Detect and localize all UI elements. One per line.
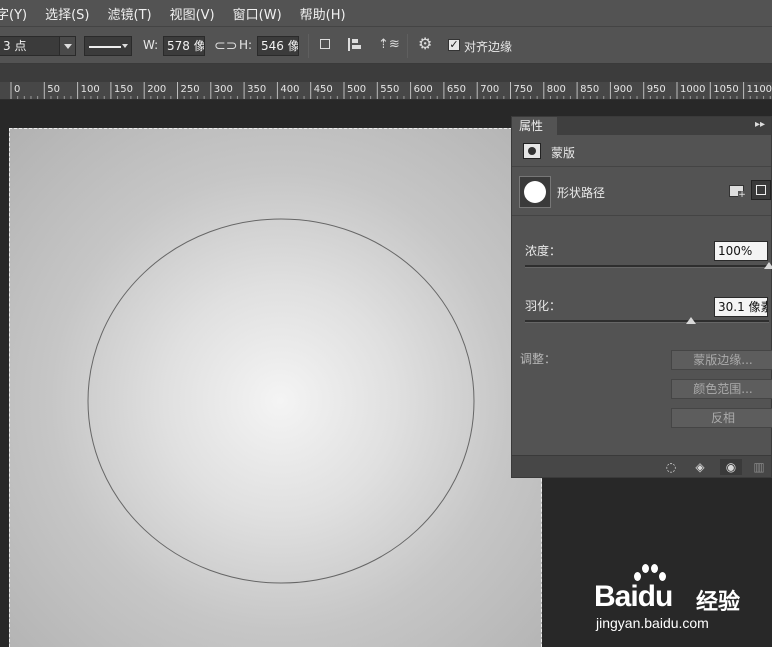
menu-bar: 字(Y) 选择(S) 滤镜(T) 视图(V) 窗口(W) 帮助(H) bbox=[0, 0, 772, 26]
watermark-logo-cn: 经验 bbox=[696, 590, 741, 615]
shape-path-label: 形状路径 bbox=[557, 186, 606, 200]
ruler-label: 900 bbox=[613, 84, 633, 95]
density-input[interactable]: 100% bbox=[714, 241, 768, 261]
ruler-label: 750 bbox=[513, 84, 533, 95]
divider bbox=[308, 34, 309, 58]
feather-input[interactable]: 30.1 像素 bbox=[714, 297, 768, 317]
stroke-size-dropdown[interactable] bbox=[59, 37, 75, 55]
load-selection-icon[interactable]: ◌ bbox=[660, 459, 682, 475]
ruler-label: 250 bbox=[180, 84, 200, 95]
ruler-label: 1100 bbox=[746, 84, 772, 95]
ruler-label: 450 bbox=[313, 84, 333, 95]
ruler-label: 500 bbox=[347, 84, 367, 95]
ruler-label: 300 bbox=[213, 84, 233, 95]
density-slider[interactable] bbox=[525, 262, 772, 269]
width-value: 578 像素 bbox=[167, 39, 205, 53]
ruler-label: 1050 bbox=[713, 84, 739, 95]
ellipse-shape[interactable] bbox=[10, 129, 543, 647]
document-canvas[interactable] bbox=[9, 128, 542, 647]
mask-label: 蒙版 bbox=[551, 146, 576, 160]
panel-header: 属性 ▸▸ bbox=[512, 117, 771, 135]
width-label: W: bbox=[143, 38, 159, 52]
gear-icon[interactable]: ⚙ bbox=[418, 36, 432, 52]
menu-help[interactable]: 帮助(H) bbox=[300, 4, 346, 23]
ruler-label: 350 bbox=[247, 84, 267, 95]
feather-slider[interactable] bbox=[525, 317, 769, 324]
trash-icon[interactable]: ▥ bbox=[748, 459, 770, 475]
mask-icon bbox=[523, 143, 541, 159]
density-label: 浓度： bbox=[525, 244, 562, 258]
path-alignment-icon[interactable] bbox=[348, 38, 361, 51]
align-edges-checkbox[interactable]: ✓ bbox=[448, 39, 460, 51]
chevron-down-icon bbox=[122, 44, 128, 48]
options-bar: 3 点 W: 578 像素 ⊂⊃ H: 546 像素 ⇡≋ ⚙ ✓ 对齐边缘 bbox=[0, 26, 772, 64]
stroke-type-dropdown[interactable] bbox=[84, 36, 132, 56]
menu-filter[interactable]: 滤镜(T) bbox=[108, 4, 152, 23]
ruler-label: 650 bbox=[446, 84, 466, 95]
density-slider-thumb[interactable] bbox=[764, 262, 772, 269]
stroke-size-field[interactable]: 3 点 bbox=[0, 36, 76, 56]
stroke-size-value: 3 点 bbox=[3, 39, 27, 53]
invert-button[interactable]: 反相 bbox=[671, 408, 772, 428]
height-value: 546 像素 bbox=[261, 39, 299, 53]
properties-panel: 属性 ▸▸ 蒙版 形状路径 + 浓度： 100% 羽化： 30.1 像素 调整：… bbox=[511, 116, 772, 478]
menu-select[interactable]: 选择(S) bbox=[45, 4, 89, 23]
ruler-label: 0 bbox=[14, 84, 21, 95]
ruler-label: 1000 bbox=[680, 84, 706, 95]
path-operations-icon[interactable] bbox=[320, 39, 330, 49]
ruler-label: 950 bbox=[646, 84, 666, 95]
adjust-label: 调整： bbox=[520, 352, 557, 366]
ruler-label: 100 bbox=[80, 84, 100, 95]
watermark-logo: Baidu bbox=[594, 580, 673, 613]
stroke-line-icon bbox=[89, 46, 121, 48]
ruler-label: 50 bbox=[47, 84, 61, 95]
ruler-label: 550 bbox=[380, 84, 400, 95]
collapse-icon[interactable]: ▸▸ bbox=[755, 119, 765, 130]
ruler-label: 200 bbox=[147, 84, 167, 95]
mask-edge-button[interactable]: 蒙版边缘... bbox=[671, 350, 772, 370]
link-icon[interactable]: ⊂⊃ bbox=[214, 39, 237, 53]
watermark-url: jingyan.baidu.com bbox=[596, 615, 709, 631]
menu-window[interactable]: 窗口(W) bbox=[233, 4, 282, 23]
ruler-label: 800 bbox=[546, 84, 566, 95]
shape-path-row: 形状路径 + bbox=[512, 168, 771, 216]
document-tab-strip bbox=[0, 64, 772, 82]
menu-type[interactable]: 字(Y) bbox=[0, 4, 27, 23]
shape-mask-icon[interactable] bbox=[751, 180, 771, 200]
ruler-label: 600 bbox=[413, 84, 433, 95]
ruler-label: 700 bbox=[480, 84, 500, 95]
menu-view[interactable]: 视图(V) bbox=[170, 4, 215, 23]
height-field[interactable]: 546 像素 bbox=[257, 36, 299, 56]
color-range-button[interactable]: 颜色范围... bbox=[671, 379, 772, 399]
apply-mask-icon[interactable]: ◈ bbox=[689, 459, 711, 475]
feather-label: 羽化： bbox=[525, 299, 562, 313]
ruler-label: 400 bbox=[280, 84, 300, 95]
eye-icon[interactable]: ◉ bbox=[720, 459, 742, 475]
path-arrangement-icon[interactable]: ⇡≋ bbox=[378, 38, 400, 52]
ruler-label: 850 bbox=[580, 84, 600, 95]
height-label: H: bbox=[239, 38, 253, 52]
tab-properties[interactable]: 属性 bbox=[512, 117, 557, 135]
shape-thumbnail[interactable] bbox=[519, 176, 551, 208]
add-mask-icon[interactable]: + bbox=[729, 185, 746, 200]
feather-slider-thumb[interactable] bbox=[685, 317, 696, 324]
horizontal-ruler: 0 50 100 150 200 250 300 350 400 450 500 550 600 650 7… bbox=[0, 82, 772, 100]
panel-footer: ◌ ◈ ◉ ▥ bbox=[512, 455, 771, 477]
align-edges-label: 对齐边缘 bbox=[464, 40, 513, 54]
width-field[interactable]: 578 像素 bbox=[163, 36, 205, 56]
divider bbox=[407, 34, 408, 58]
mask-row: 蒙版 bbox=[512, 135, 771, 167]
ruler-label: 150 bbox=[113, 84, 133, 95]
baidu-watermark: Baidu 经验 jingyan.baidu.com bbox=[592, 560, 772, 647]
